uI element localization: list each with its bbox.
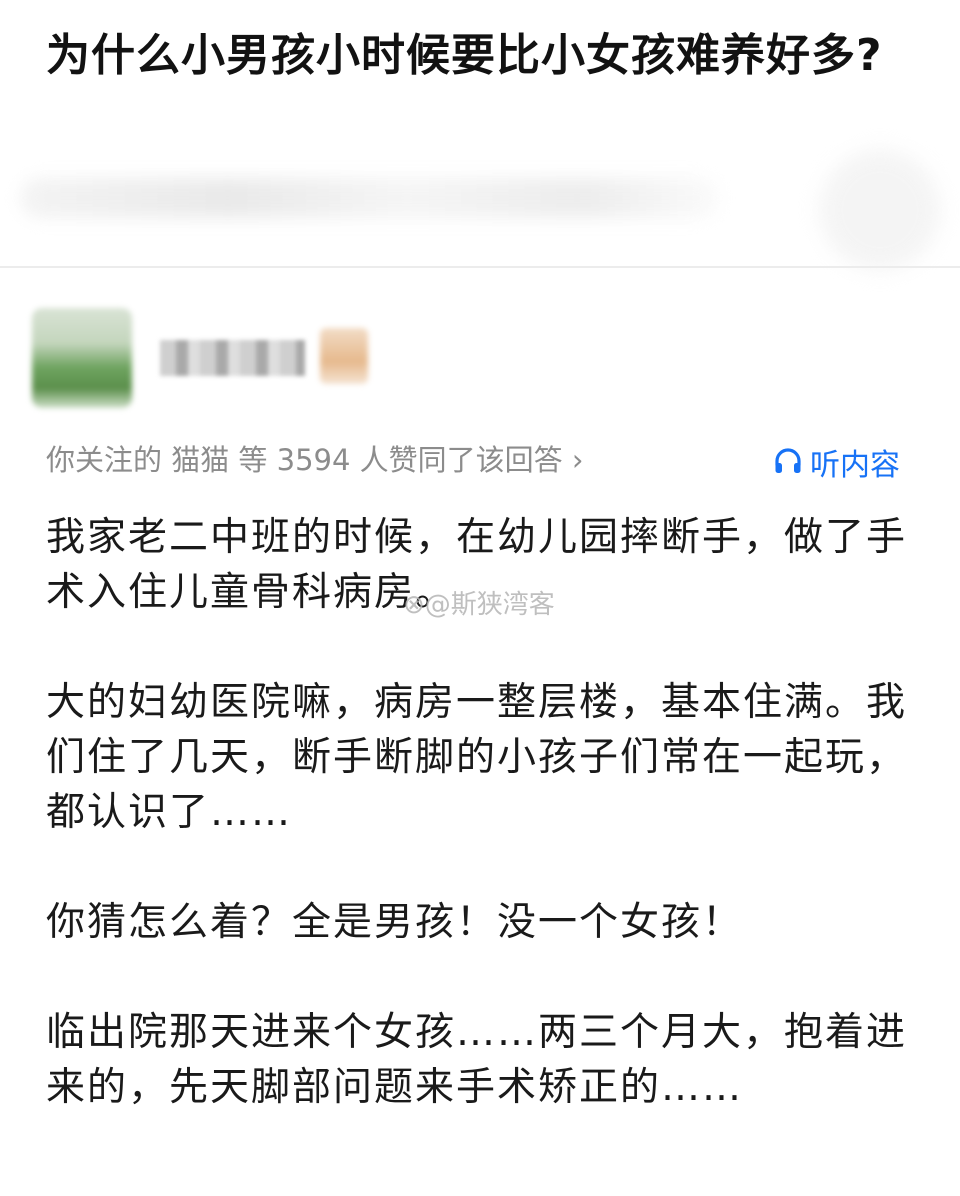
watermark: ⊗@斯狭湾客: [403, 590, 555, 620]
answer-paragraph: 临出院那天进来个女孩……两三个月大，抱着进来的，先天脚部问题来手术矫正的……: [46, 1010, 908, 1110]
headphones-icon: [772, 446, 804, 478]
author-badge-blurred: [320, 328, 368, 384]
question-title: 为什么小男孩小时候要比小女孩难养好多?: [46, 30, 883, 81]
blurred-icon: [820, 150, 940, 270]
author-avatar[interactable]: [32, 308, 132, 408]
listen-button[interactable]: 听内容: [772, 440, 900, 484]
author-name-blurred[interactable]: [160, 340, 305, 376]
answer-paragraph: 你猜怎么着？全是男孩！没一个女孩！: [46, 900, 744, 945]
listen-label: 听内容: [810, 448, 900, 483]
followers-approval-link[interactable]: 你关注的 猫猫 等 3594 人赞同了该回答 ›: [46, 438, 746, 482]
answer-paragraph: 大的妇幼医院嘛，病房一整层楼，基本住满。我们住了几天，断手断脚的小孩子们常在一起…: [46, 680, 908, 835]
divider: [0, 266, 960, 268]
blurred-subtitle: [20, 178, 720, 218]
